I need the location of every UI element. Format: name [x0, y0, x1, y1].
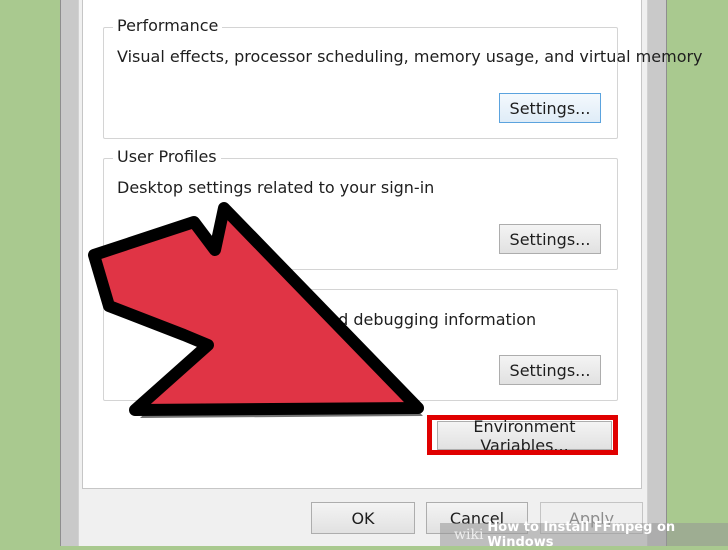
- wikihow-logo: wiki: [454, 526, 484, 543]
- watermark-text: How to Install FFmpeg on Windows: [487, 519, 676, 550]
- wikihow-watermark: wiki How to Install FFmpeg on Windows: [440, 520, 728, 550]
- pointer-arrow-icon: [88, 202, 424, 418]
